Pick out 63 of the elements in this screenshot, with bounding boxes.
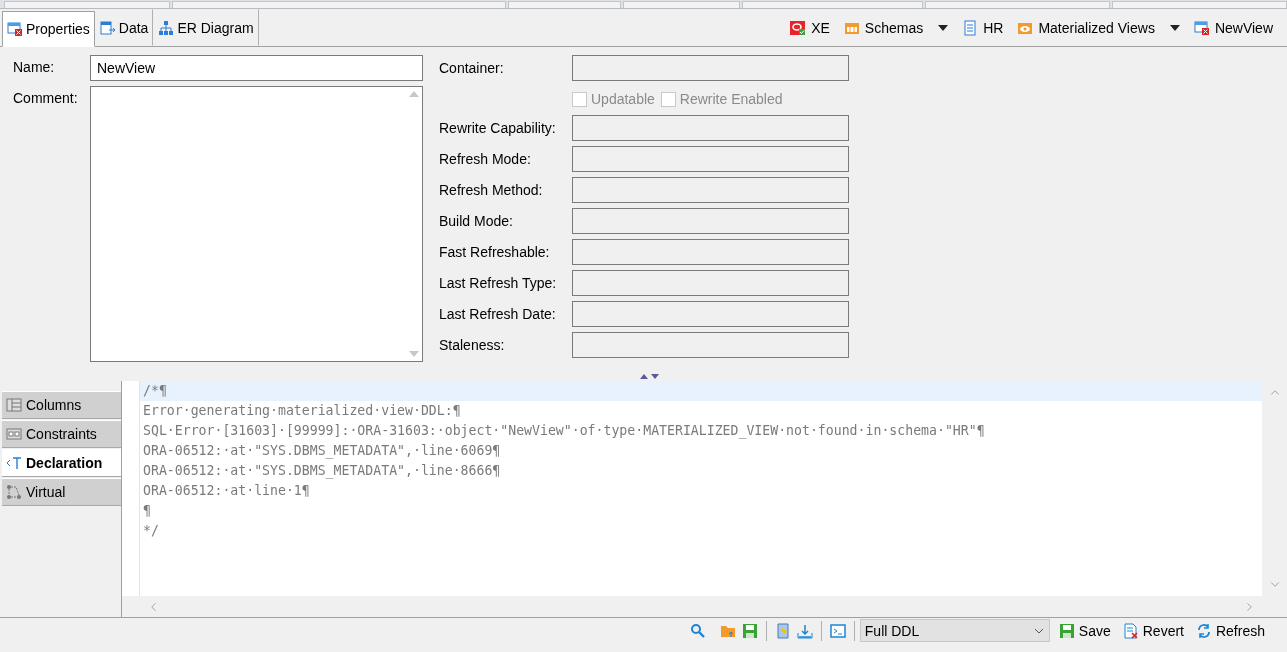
nodes-icon (6, 484, 22, 500)
field-label: Refresh Mode: (439, 150, 532, 169)
code-line: /*¶ (143, 383, 167, 398)
container-field[interactable] (572, 55, 849, 81)
text-field[interactable] (572, 239, 849, 265)
text-field[interactable] (572, 208, 849, 234)
breadcrumb-link[interactable]: HR (983, 19, 1004, 36)
editor-tab[interactable]: Properties (2, 11, 95, 47)
field-label: Staleness: (439, 336, 506, 355)
save-icon (1058, 622, 1075, 639)
constraint-icon (6, 426, 22, 442)
dropdown-icon[interactable] (1169, 24, 1180, 31)
field-label: Build Mode: (439, 212, 514, 231)
field-label: Rewrite Capability: (439, 119, 557, 138)
section-tab[interactable]: Virtual (2, 478, 121, 506)
columns-icon (6, 397, 22, 413)
code-line: ¶ (143, 503, 151, 518)
declaration-icon (6, 455, 22, 471)
code-line: SQL·Error·[31603]·[99999]:·ORA-31603:·object·"NewView"·of·type·MATERIALIZED_VIEW·not·found·in·schema·"HR"¶ (143, 423, 985, 438)
refresh-icon (1195, 622, 1212, 639)
document-icon (1122, 622, 1139, 639)
diagram-icon (158, 19, 175, 36)
code-line: ORA-06512:·at·"SYS.DBMS_METADATA",·line·8666¶ (143, 463, 501, 478)
scroll-up-icon[interactable] (408, 91, 419, 97)
text-field[interactable] (572, 332, 849, 358)
section-tab[interactable]: Constraints (2, 420, 121, 448)
dropdown-icon[interactable] (938, 24, 949, 31)
checkbox-label: Updatable (591, 91, 655, 107)
field-label: Last Refresh Date: (439, 305, 557, 324)
code-line: Error·generating·materialized·view·DDL:¶ (143, 403, 461, 418)
text-field[interactable] (572, 177, 849, 203)
name-field[interactable]: NewView (90, 55, 423, 81)
database-icon (790, 19, 807, 36)
breadcrumb-link[interactable]: NewView (1214, 19, 1273, 36)
field-label: Comment: (13, 89, 79, 108)
breadcrumb-link[interactable]: XE (811, 19, 830, 36)
document-icon (962, 19, 979, 36)
code-line: */ (143, 523, 159, 538)
ddl-format-dropdown[interactable]: Full DDL (859, 619, 1050, 642)
scroll-down-icon[interactable] (408, 351, 419, 357)
section-tab[interactable]: Columns (2, 391, 121, 419)
table-icon (99, 19, 116, 36)
field-label: Refresh Method: (439, 181, 544, 200)
refresh-button[interactable]: Refresh (1189, 622, 1271, 639)
revert-button[interactable]: Revert (1116, 622, 1190, 639)
section-tab[interactable]: Declaration (2, 449, 121, 477)
field-label: Name: (13, 58, 56, 77)
field-label: Container: (439, 59, 505, 78)
text-field[interactable] (572, 146, 849, 172)
code-line: ORA-06512:·at·"SYS.DBMS_METADATA",·line·6069¶ (143, 443, 501, 458)
comment-field[interactable] (90, 86, 423, 362)
save-button[interactable]: Save (1052, 622, 1117, 639)
table-icon (7, 21, 23, 37)
field-label: Fast Refreshable: (439, 243, 551, 262)
field-label: Last Refresh Type: (439, 274, 558, 293)
code-line: ORA-06512:·at·line·1¶ (143, 483, 310, 498)
checkbox-label: Rewrite Enabled (679, 91, 783, 107)
text-field[interactable] (572, 115, 849, 141)
text-field[interactable] (572, 301, 849, 327)
breadcrumb-link[interactable]: Schemas (864, 19, 924, 36)
breadcrumb-link[interactable]: Materialized Views (1038, 19, 1155, 36)
table-icon (1193, 19, 1210, 36)
text-field[interactable] (572, 270, 849, 296)
